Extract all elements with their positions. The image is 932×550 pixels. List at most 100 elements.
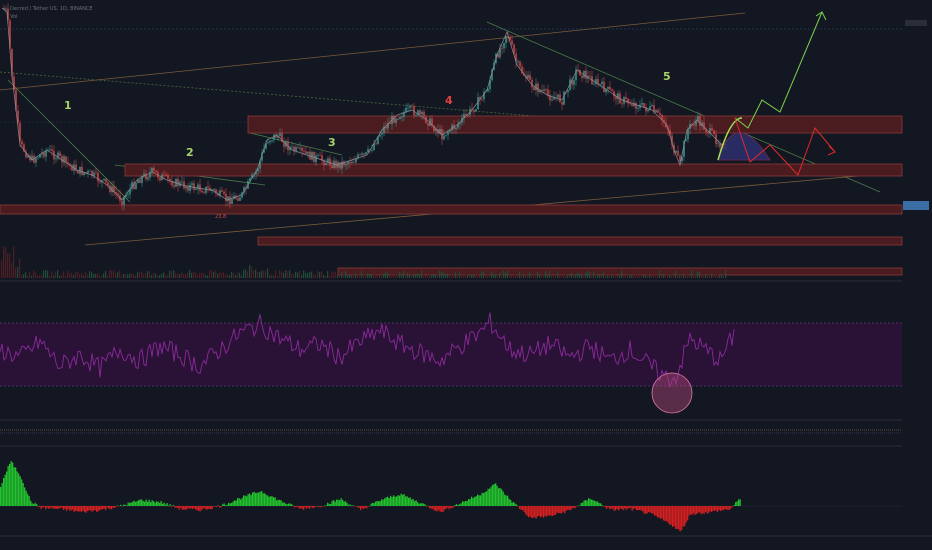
macd-histogram-bar [526, 506, 528, 516]
volume-bar [281, 271, 283, 278]
macd-histogram-bar [430, 506, 432, 509]
macd-histogram-bar [390, 495, 392, 506]
volume-bar [295, 271, 297, 278]
macd-histogram-bar [624, 506, 626, 509]
volume-bar [569, 275, 571, 278]
macd-histogram-bar [738, 499, 740, 506]
candle-body [543, 89, 545, 91]
volume-bar [119, 270, 121, 278]
macd-histogram-bar [193, 506, 195, 509]
candle-body [717, 143, 719, 145]
macd-histogram-bar [681, 506, 683, 531]
macd-histogram-bar [159, 502, 161, 506]
volume-bar [45, 270, 47, 278]
volume-bar [381, 270, 383, 278]
macd-histogram-bar [228, 502, 230, 506]
macd-histogram-bar [33, 504, 35, 506]
macd-histogram-bar [16, 471, 18, 506]
volume-bar [239, 272, 241, 278]
macd-histogram-bar [0, 486, 2, 506]
macd-histogram-bar [148, 499, 150, 506]
macd-histogram-bar [525, 506, 527, 515]
macd-histogram-bar [235, 500, 237, 506]
macd-histogram-bar [349, 504, 351, 506]
volume-bar [179, 274, 181, 278]
volume-bar [641, 272, 643, 278]
candle-body [307, 151, 309, 154]
candle-body [177, 178, 179, 186]
macd-histogram-bar [532, 506, 534, 518]
volume-bar [325, 275, 327, 278]
macd-histogram-bar [652, 506, 654, 514]
candle-body [89, 170, 91, 172]
volume-bar [353, 272, 355, 278]
volume-bar [701, 274, 703, 278]
macd-histogram-bar [121, 506, 123, 507]
macd-histogram-bar [625, 506, 627, 510]
macd-histogram-bar [472, 498, 474, 506]
macd-histogram-bar [616, 506, 618, 510]
macd-histogram-bar [288, 503, 290, 506]
macd-histogram-bar [46, 506, 48, 508]
macd-histogram-bar [217, 505, 219, 506]
volume-bar [711, 273, 713, 278]
macd-histogram-bar [633, 506, 635, 509]
macd-histogram-bar [321, 506, 323, 507]
macd-histogram-bar [64, 506, 66, 509]
volume-bar [51, 271, 53, 278]
macd-histogram-bar [87, 506, 89, 511]
candle-body [713, 130, 715, 135]
volume-bar [465, 271, 467, 278]
volume-bar [455, 272, 457, 278]
volume-bar [589, 271, 591, 278]
volume-bar [423, 271, 425, 278]
macd-histogram-bar [391, 497, 393, 506]
candle-body [541, 89, 543, 91]
macd-histogram-bar [730, 506, 732, 509]
volume-bar [385, 271, 387, 278]
volume-bar [667, 270, 669, 278]
volume-bar [599, 275, 601, 278]
candle-body [531, 79, 533, 88]
macd-histogram-bar [682, 506, 684, 527]
candle-body [279, 133, 281, 136]
volume-bar [475, 272, 477, 278]
volume-bar [265, 270, 267, 278]
volume-bar [477, 273, 479, 278]
macd-histogram-bar [453, 506, 455, 508]
volume-bar [1, 260, 3, 278]
candle-body [517, 61, 519, 63]
macd-histogram-bar [303, 506, 305, 510]
macd-histogram-bar [504, 494, 506, 506]
macd-histogram-bar [219, 506, 221, 508]
volume-bar [309, 272, 311, 278]
volume-bar [33, 270, 35, 278]
macd-histogram-bar [595, 501, 597, 506]
volume-bar [421, 270, 423, 278]
macd-histogram-bar [249, 493, 251, 506]
volume-bar [27, 275, 29, 278]
macd-histogram-bar [186, 506, 188, 510]
macd-histogram-bar [181, 506, 183, 510]
volume-bar [131, 273, 133, 278]
macd-histogram-bar [684, 506, 686, 527]
candle-body [625, 97, 627, 99]
candle-body [707, 132, 709, 134]
macd-histogram-bar [619, 506, 621, 509]
volume-bar [185, 273, 187, 278]
volume-bar [677, 274, 679, 278]
candle-body [147, 177, 149, 180]
volume-bar [189, 270, 191, 278]
candle-body [601, 81, 603, 84]
macd-histogram-bar [378, 501, 380, 506]
volume-bar [715, 272, 717, 278]
volume-bar [629, 274, 631, 278]
macd-histogram-bar [423, 503, 425, 506]
volume-bar [113, 270, 115, 278]
macd-histogram-bar [90, 506, 92, 511]
candle-body [65, 156, 67, 163]
volume-bar [25, 272, 27, 278]
volume-bar [19, 258, 21, 278]
macd-histogram-bar [382, 499, 384, 506]
macd-histogram-bar [88, 506, 90, 511]
